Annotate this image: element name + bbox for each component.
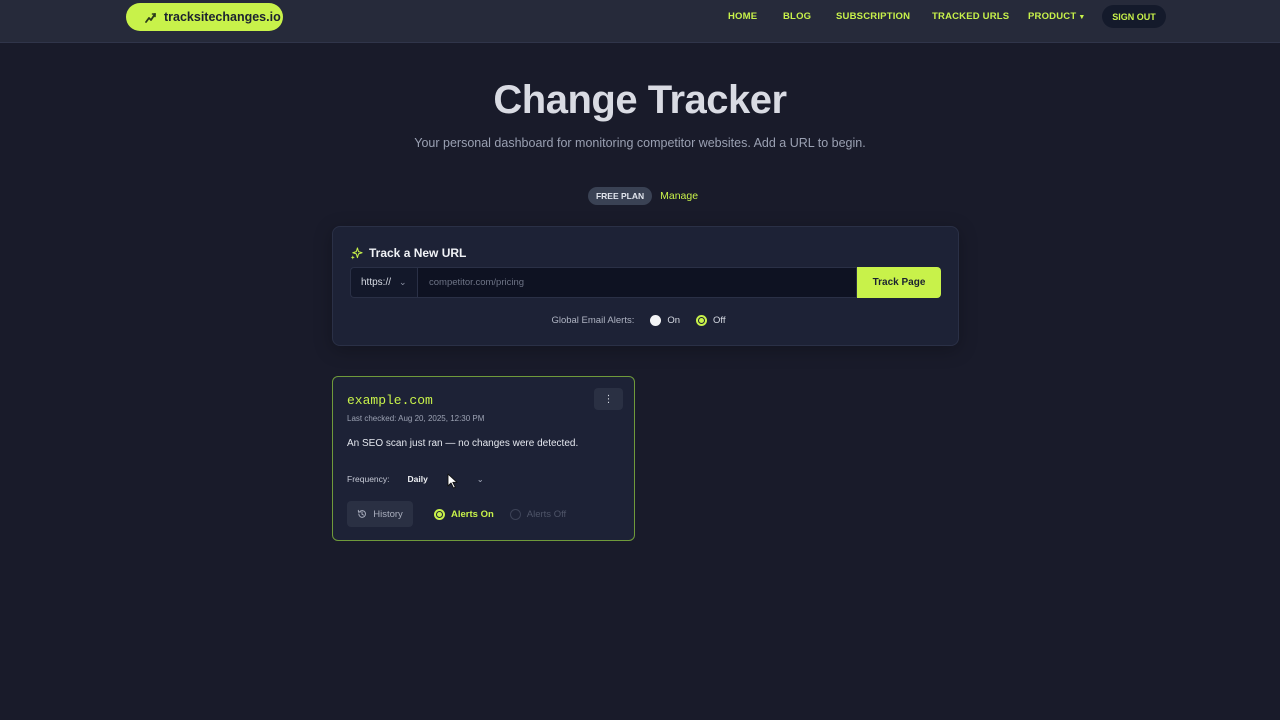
- radio-selected[interactable]: [696, 315, 708, 326]
- sign-out-button[interactable]: SIGN OUT: [1102, 5, 1166, 28]
- nav-blog[interactable]: BLOG: [783, 11, 811, 22]
- track-page-button[interactable]: Track Page: [857, 267, 941, 298]
- brand-name: tracksitechanges.io: [164, 10, 281, 24]
- nav-tracked-urls[interactable]: TRACKED URLS: [932, 11, 1009, 22]
- global-alerts-on-option[interactable]: On: [650, 315, 680, 326]
- track-url-panel: Track a New URL https:// ⌄ Track Page Gl…: [332, 226, 959, 346]
- top-navbar: tracksitechanges.io HOME BLOG SUBSCRIPTI…: [0, 0, 1280, 43]
- site-domain[interactable]: example.com: [347, 393, 433, 408]
- nav-product-label: PRODUCT: [1028, 11, 1077, 22]
- frequency-label: Frequency:: [347, 474, 390, 484]
- caret-down-icon: ▼: [1078, 14, 1086, 21]
- alerts-on-label: Alerts On: [451, 508, 494, 520]
- history-button[interactable]: History: [347, 501, 413, 527]
- url-entry-row: https:// ⌄ Track Page: [350, 267, 941, 298]
- global-email-alerts: Global Email Alerts: On Off: [333, 315, 960, 326]
- frequency-select[interactable]: Daily ⌄: [404, 470, 488, 488]
- nav-home[interactable]: HOME: [728, 11, 757, 22]
- frequency-value: Daily: [407, 474, 428, 484]
- global-alerts-on-label: On: [667, 315, 681, 326]
- sparkle-icon: [350, 246, 363, 259]
- history-icon: [358, 509, 367, 518]
- track-panel-title: Track a New URL: [369, 246, 467, 260]
- chevron-down-icon: ⌄: [476, 474, 484, 484]
- global-alerts-off-option[interactable]: Off: [696, 315, 726, 326]
- manage-plan-link[interactable]: Manage: [660, 190, 698, 202]
- scan-status-message: An SEO scan just ran — no changes were d…: [347, 438, 579, 449]
- radio-unselected[interactable]: [509, 508, 521, 520]
- more-options-button[interactable]: ⋮: [594, 388, 623, 410]
- nav-product[interactable]: PRODUCT ▼: [1028, 11, 1086, 22]
- plan-row: FREE PLAN Manage: [0, 187, 1280, 205]
- mouse-pointer-icon: [447, 473, 458, 489]
- plan-badge: FREE PLAN: [587, 187, 653, 205]
- chevron-down-icon: ⌄: [399, 277, 407, 287]
- radio-selected[interactable]: [434, 508, 445, 520]
- card-actions: History Alerts On Alerts Off: [347, 501, 566, 527]
- tracked-site-card: example.com Last checked: Aug 20, 2025, …: [332, 376, 635, 541]
- alerts-on-option[interactable]: Alerts On: [434, 508, 494, 520]
- page-title: Change Tracker: [493, 78, 787, 122]
- radio-unselected[interactable]: [650, 315, 662, 326]
- history-label: History: [373, 508, 403, 520]
- track-panel-heading: Track a New URL: [350, 246, 466, 260]
- brand-logo[interactable]: tracksitechanges.io: [126, 3, 283, 31]
- alerts-off-label: Alerts Off: [526, 508, 567, 520]
- frequency-row: Frequency: Daily ⌄: [347, 470, 488, 488]
- chart-trend-icon: [145, 13, 156, 23]
- nav-subscription[interactable]: SUBSCRIPTION: [836, 11, 910, 22]
- protocol-value: https://: [361, 277, 392, 288]
- page-subtitle: Your personal dashboard for monitoring c…: [414, 136, 866, 150]
- kebab-menu-icon: ⋮: [603, 393, 614, 405]
- last-checked: Last checked: Aug 20, 2025, 12:30 PM: [347, 414, 485, 423]
- global-alerts-label: Global Email Alerts:: [551, 315, 635, 326]
- global-alerts-off-label: Off: [713, 315, 726, 326]
- alerts-off-option[interactable]: Alerts Off: [509, 508, 567, 520]
- url-input[interactable]: [417, 267, 857, 298]
- protocol-select[interactable]: https:// ⌄: [350, 267, 417, 298]
